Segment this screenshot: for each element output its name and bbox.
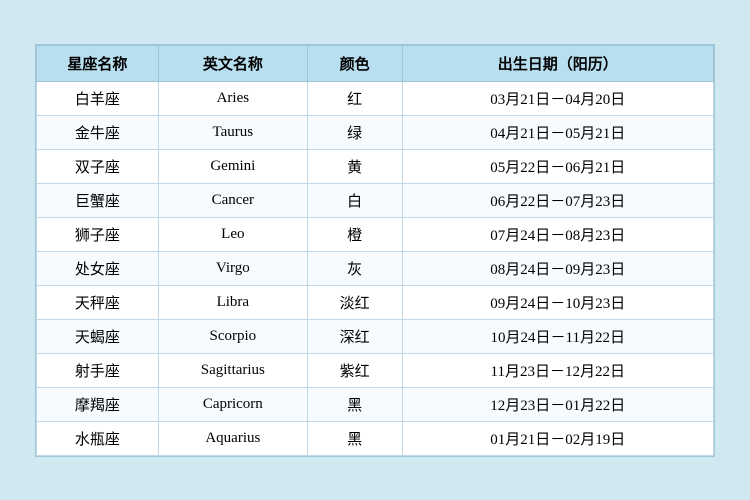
table-row: 处女座Virgo灰08月24日－09月23日 bbox=[37, 251, 714, 285]
cell-cn: 摩羯座 bbox=[37, 387, 159, 421]
cell-date: 11月23日－12月22日 bbox=[402, 353, 713, 387]
cell-color: 深红 bbox=[307, 319, 402, 353]
cell-date: 04月21日－05月21日 bbox=[402, 115, 713, 149]
cell-en: Aries bbox=[158, 81, 307, 115]
cell-date: 01月21日－02月19日 bbox=[402, 421, 713, 455]
table-row: 摩羯座Capricorn黑12月23日－01月22日 bbox=[37, 387, 714, 421]
table-row: 水瓶座Aquarius黑01月21日－02月19日 bbox=[37, 421, 714, 455]
cell-cn: 射手座 bbox=[37, 353, 159, 387]
table-row: 射手座Sagittarius紫红11月23日－12月22日 bbox=[37, 353, 714, 387]
table-row: 金牛座Taurus绿04月21日－05月21日 bbox=[37, 115, 714, 149]
cell-color: 绿 bbox=[307, 115, 402, 149]
table-header-row: 星座名称 英文名称 颜色 出生日期（阳历） bbox=[37, 45, 714, 81]
cell-en: Scorpio bbox=[158, 319, 307, 353]
cell-color: 白 bbox=[307, 183, 402, 217]
cell-date: 12月23日－01月22日 bbox=[402, 387, 713, 421]
cell-cn: 处女座 bbox=[37, 251, 159, 285]
cell-color: 灰 bbox=[307, 251, 402, 285]
cell-color: 黑 bbox=[307, 387, 402, 421]
cell-en: Capricorn bbox=[158, 387, 307, 421]
cell-date: 09月24日－10月23日 bbox=[402, 285, 713, 319]
header-date: 出生日期（阳历） bbox=[402, 45, 713, 81]
cell-cn: 双子座 bbox=[37, 149, 159, 183]
cell-en: Cancer bbox=[158, 183, 307, 217]
table-row: 白羊座Aries红03月21日－04月20日 bbox=[37, 81, 714, 115]
cell-en: Leo bbox=[158, 217, 307, 251]
cell-color: 淡红 bbox=[307, 285, 402, 319]
cell-en: Sagittarius bbox=[158, 353, 307, 387]
cell-en: Libra bbox=[158, 285, 307, 319]
cell-cn: 天蝎座 bbox=[37, 319, 159, 353]
table-row: 狮子座Leo橙07月24日－08月23日 bbox=[37, 217, 714, 251]
cell-date: 05月22日－06月21日 bbox=[402, 149, 713, 183]
table-row: 天蝎座Scorpio深红10月24日－11月22日 bbox=[37, 319, 714, 353]
cell-color: 橙 bbox=[307, 217, 402, 251]
cell-en: Virgo bbox=[158, 251, 307, 285]
table-row: 巨蟹座Cancer白06月22日－07月23日 bbox=[37, 183, 714, 217]
cell-en: Aquarius bbox=[158, 421, 307, 455]
cell-cn: 水瓶座 bbox=[37, 421, 159, 455]
header-en: 英文名称 bbox=[158, 45, 307, 81]
cell-en: Taurus bbox=[158, 115, 307, 149]
cell-color: 红 bbox=[307, 81, 402, 115]
cell-en: Gemini bbox=[158, 149, 307, 183]
cell-date: 08月24日－09月23日 bbox=[402, 251, 713, 285]
cell-date: 03月21日－04月20日 bbox=[402, 81, 713, 115]
cell-date: 06月22日－07月23日 bbox=[402, 183, 713, 217]
zodiac-table: 星座名称 英文名称 颜色 出生日期（阳历） 白羊座Aries红03月21日－04… bbox=[35, 44, 715, 457]
header-color: 颜色 bbox=[307, 45, 402, 81]
cell-date: 10月24日－11月22日 bbox=[402, 319, 713, 353]
cell-cn: 天秤座 bbox=[37, 285, 159, 319]
cell-cn: 金牛座 bbox=[37, 115, 159, 149]
cell-date: 07月24日－08月23日 bbox=[402, 217, 713, 251]
header-cn: 星座名称 bbox=[37, 45, 159, 81]
table-row: 双子座Gemini黄05月22日－06月21日 bbox=[37, 149, 714, 183]
table-row: 天秤座Libra淡红09月24日－10月23日 bbox=[37, 285, 714, 319]
cell-color: 黄 bbox=[307, 149, 402, 183]
cell-color: 黑 bbox=[307, 421, 402, 455]
cell-cn: 狮子座 bbox=[37, 217, 159, 251]
cell-cn: 白羊座 bbox=[37, 81, 159, 115]
cell-cn: 巨蟹座 bbox=[37, 183, 159, 217]
cell-color: 紫红 bbox=[307, 353, 402, 387]
